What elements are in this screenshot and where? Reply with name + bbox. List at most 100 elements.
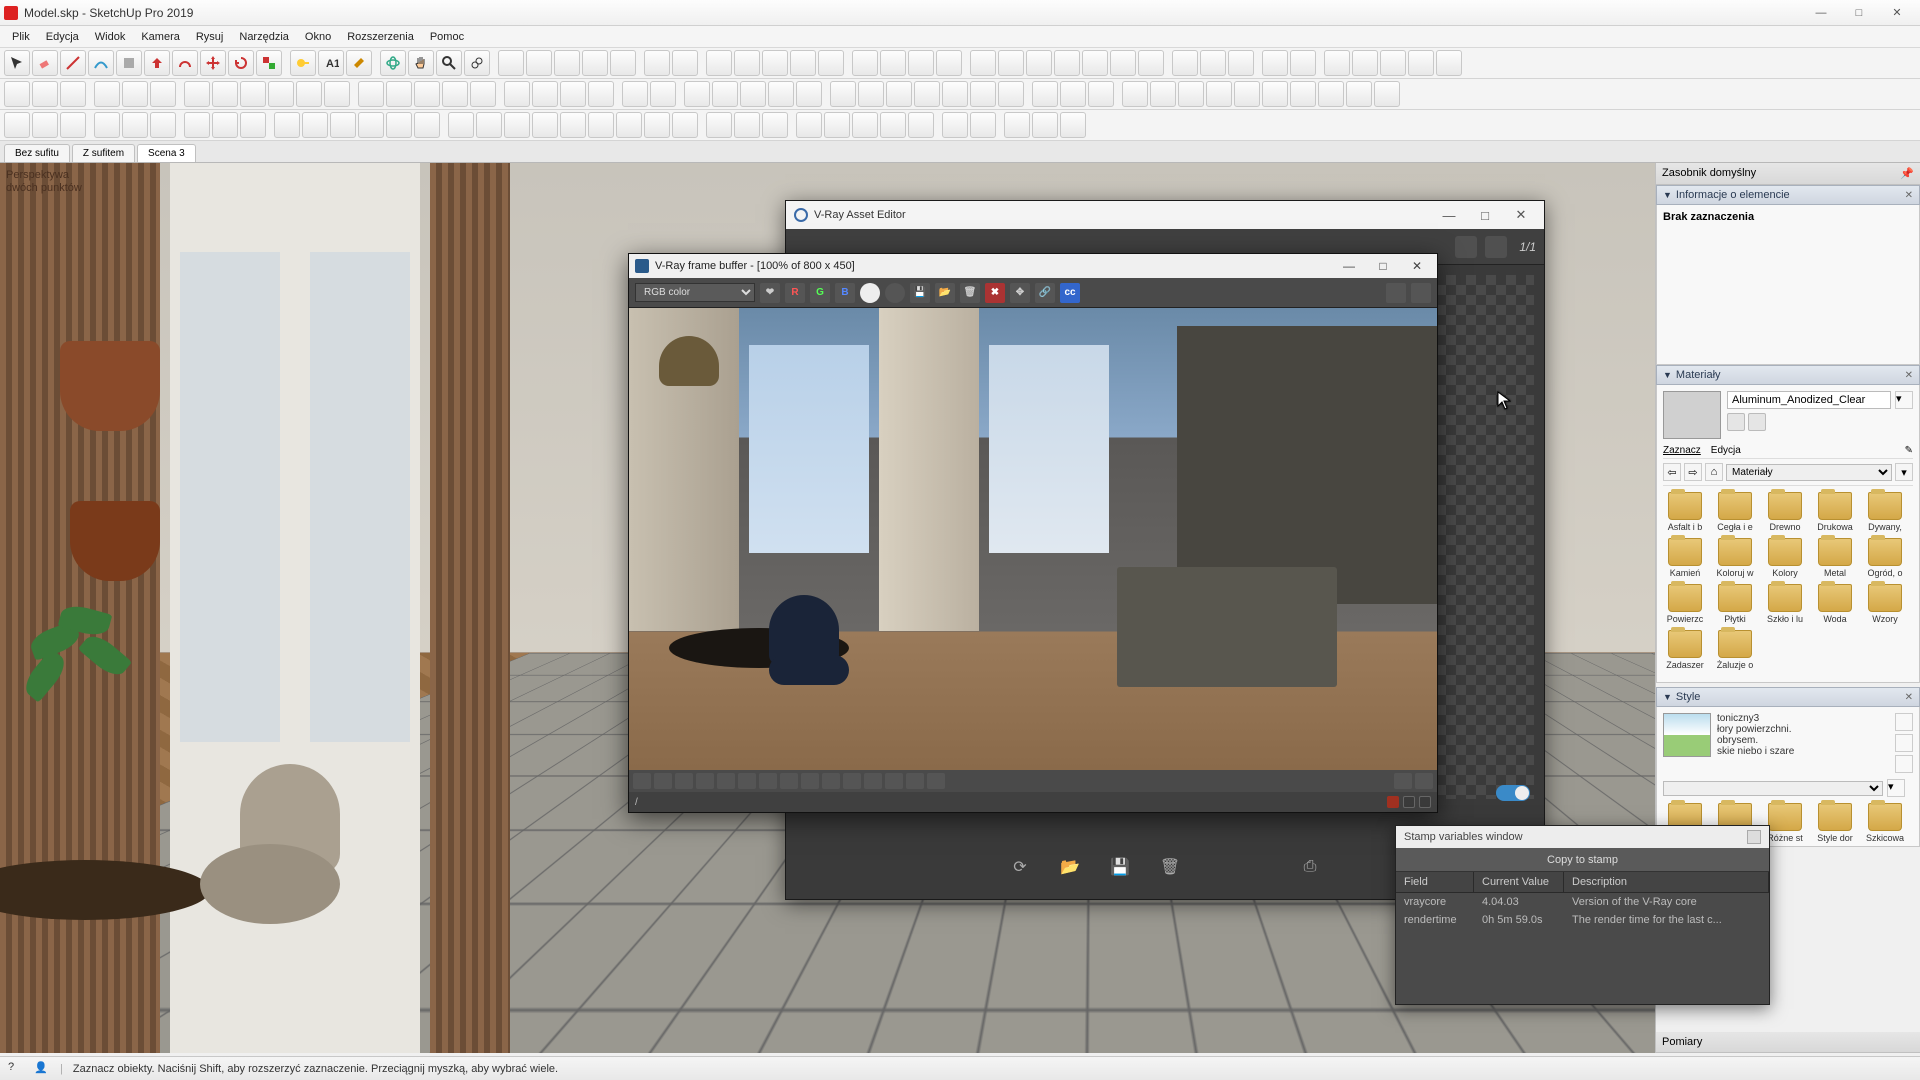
tool-icon[interactable] <box>532 81 558 107</box>
export-icon[interactable]: ⎙ <box>1300 857 1320 877</box>
vfb-titlebar[interactable]: V-Ray frame buffer - [100% of 800 x 450]… <box>629 254 1437 278</box>
vfb-channel-select[interactable]: RGB color <box>635 283 755 302</box>
scene-tab[interactable]: Z sufitem <box>72 144 135 162</box>
tool-icon[interactable] <box>1082 50 1108 76</box>
tool-icon[interactable] <box>1172 50 1198 76</box>
material-folder[interactable]: Koloruj w <box>1713 538 1757 578</box>
tool-icon[interactable] <box>560 112 586 138</box>
tool-icon[interactable] <box>1352 50 1378 76</box>
tool-icon[interactable] <box>184 112 210 138</box>
material-menu-icon[interactable]: ▾ <box>1895 391 1913 409</box>
tool-icon[interactable] <box>644 112 670 138</box>
tool-icon[interactable] <box>358 112 384 138</box>
menu-tools[interactable]: Narzędzia <box>231 29 297 45</box>
tool-icon[interactable] <box>1138 50 1164 76</box>
tool-icon[interactable] <box>324 81 350 107</box>
menu-camera[interactable]: Kamera <box>133 29 188 45</box>
tool-icon[interactable] <box>852 50 878 76</box>
material-name-input[interactable] <box>1727 391 1891 409</box>
select-tool-icon[interactable] <box>4 50 30 76</box>
tool-icon[interactable] <box>554 50 580 76</box>
pushpull-tool-icon[interactable] <box>144 50 170 76</box>
material-folder[interactable]: Powierzc <box>1663 584 1707 624</box>
minimize-button[interactable]: — <box>1802 2 1840 24</box>
tool-icon[interactable] <box>1436 50 1462 76</box>
vae-close-button[interactable]: ✕ <box>1506 207 1536 223</box>
tool-icon[interactable] <box>442 81 468 107</box>
eraser-tool-icon[interactable] <box>32 50 58 76</box>
tool-icon[interactable] <box>498 50 524 76</box>
materials-select-tab[interactable]: Zaznacz <box>1663 445 1701 456</box>
tool-icon[interactable] <box>908 50 934 76</box>
tool-icon[interactable] <box>32 81 58 107</box>
move-tool-icon[interactable] <box>200 50 226 76</box>
material-folder[interactable]: Drukowa <box>1813 492 1857 532</box>
vfb-btool-icon[interactable] <box>780 773 798 789</box>
vfb-btool-icon[interactable] <box>717 773 735 789</box>
tool-icon[interactable] <box>212 81 238 107</box>
tool-icon[interactable] <box>734 50 760 76</box>
tool-icon[interactable] <box>650 81 676 107</box>
vfb-btool-icon[interactable] <box>1415 773 1433 789</box>
vfb-mono-icon[interactable] <box>860 283 880 303</box>
tool-icon[interactable] <box>970 112 996 138</box>
tool-icon[interactable] <box>212 112 238 138</box>
material-library-select[interactable]: Materiały <box>1726 464 1892 481</box>
vfb-btool-icon[interactable] <box>843 773 861 789</box>
tool-icon[interactable] <box>796 81 822 107</box>
vfb-green-channel[interactable]: G <box>810 283 830 303</box>
tool-icon[interactable] <box>830 81 856 107</box>
tool-icon[interactable] <box>1122 81 1148 107</box>
tape-tool-icon[interactable] <box>290 50 316 76</box>
vfb-btool-icon[interactable] <box>633 773 651 789</box>
style-details-icon[interactable]: ▾ <box>1887 779 1905 797</box>
material-folder[interactable]: Cegła i e <box>1713 492 1757 532</box>
tool-icon[interactable] <box>998 81 1024 107</box>
scene-tab-active[interactable]: Scena 3 <box>137 144 196 162</box>
maximize-button[interactable]: □ <box>1840 2 1878 24</box>
material-folder[interactable]: Ogród, o <box>1863 538 1907 578</box>
tool-icon[interactable] <box>184 81 210 107</box>
material-folder[interactable]: Płytki <box>1713 584 1757 624</box>
rotate-tool-icon[interactable] <box>228 50 254 76</box>
material-folder[interactable]: Wzory <box>1863 584 1907 624</box>
tool-icon[interactable] <box>414 112 440 138</box>
menu-help[interactable]: Pomoc <box>422 29 472 45</box>
styles-header[interactable]: ▼Style✕ <box>1656 687 1920 707</box>
tool-icon[interactable] <box>1290 50 1316 76</box>
tool-icon[interactable] <box>448 112 474 138</box>
tool-icon[interactable] <box>824 112 850 138</box>
tool-icon[interactable] <box>470 81 496 107</box>
style-folder[interactable]: Style dor <box>1813 803 1857 843</box>
pin-icon[interactable]: 📌 <box>1900 167 1914 180</box>
tool-icon[interactable] <box>296 81 322 107</box>
tool-icon[interactable] <box>970 50 996 76</box>
tool-icon[interactable] <box>358 81 384 107</box>
tool-icon[interactable] <box>274 112 300 138</box>
vae-titlebar[interactable]: V-Ray Asset Editor — □ ✕ <box>786 201 1544 229</box>
material-folder[interactable]: Zadaszer <box>1663 630 1707 670</box>
vfb-clear-icon[interactable]: 🗑 <box>960 283 980 303</box>
home-icon[interactable]: ⌂ <box>1705 463 1723 481</box>
vae-tool-icon[interactable] <box>1485 236 1507 258</box>
tool-icon[interactable] <box>94 81 120 107</box>
tool-icon[interactable] <box>330 112 356 138</box>
tool-icon[interactable] <box>706 50 732 76</box>
vae-minimize-button[interactable]: — <box>1434 208 1464 223</box>
tool-icon[interactable] <box>60 112 86 138</box>
vae-toggle[interactable] <box>1496 785 1530 801</box>
tool-icon[interactable] <box>32 112 58 138</box>
vfb-btool-icon[interactable] <box>864 773 882 789</box>
tool-icon[interactable] <box>94 112 120 138</box>
material-folder[interactable]: Żaluzje o <box>1713 630 1757 670</box>
tool-icon[interactable] <box>908 112 934 138</box>
tool-icon[interactable] <box>914 81 940 107</box>
tool-icon[interactable] <box>858 81 884 107</box>
vfb-stop-icon[interactable]: ✖ <box>985 283 1005 303</box>
menu-view[interactable]: Widok <box>87 29 134 45</box>
vfb-blue-channel[interactable]: B <box>835 283 855 303</box>
menu-extensions[interactable]: Rozszerzenia <box>339 29 422 45</box>
zoom-tool-icon[interactable] <box>436 50 462 76</box>
arc-tool-icon[interactable] <box>88 50 114 76</box>
material-folder[interactable]: Metal <box>1813 538 1857 578</box>
